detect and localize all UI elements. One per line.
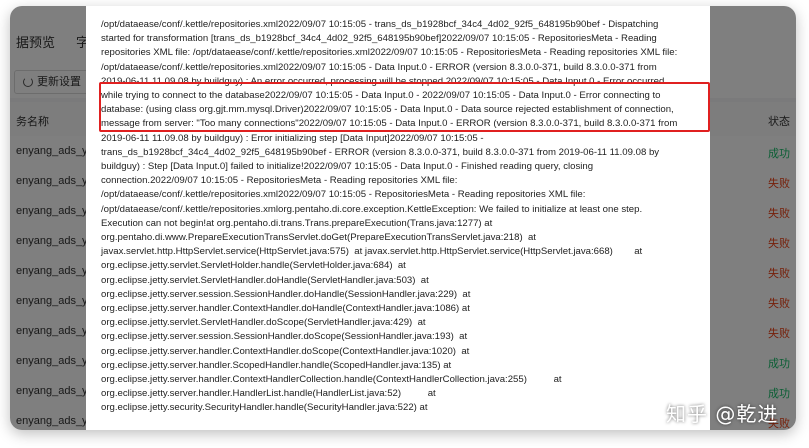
log-line: org.eclipse.jetty.security.SecurityHandl… <box>101 402 428 414</box>
log-line: org.eclipse.jetty.servlet.ServletHolder.… <box>101 260 406 272</box>
log-line: org.eclipse.jetty.server.handler.ScopedH… <box>101 359 452 371</box>
log-line: org.pentaho.di.www.PrepareExecutionTrans… <box>101 232 536 244</box>
log-line: 2019-06-11 11.09.08 by buildguy) : Error… <box>101 132 484 144</box>
log-line: org.eclipse.jetty.server.handler.Context… <box>101 345 470 357</box>
log-line: repositories XML file: /opt/dataease/con… <box>101 47 678 59</box>
log-line: javax.servlet.http.HttpServlet.service(H… <box>101 246 643 258</box>
log-line: org.eclipse.jetty.server.session.Session… <box>101 288 471 300</box>
log-line: /opt/dataease/conf/.kettle/repositories.… <box>101 189 586 201</box>
log-line: org.eclipse.jetty.server.handler.Handler… <box>101 388 436 400</box>
log-line: connection.2022/09/07 10:15:05 - Reposit… <box>101 175 458 187</box>
log-line: org.eclipse.jetty.servlet.ServletHandler… <box>101 317 426 329</box>
log-line: trans_ds_b1928bcf_34c4_4d02_92f5_648195b… <box>101 146 660 158</box>
watermark: 知乎 @乾进 <box>666 402 779 426</box>
screenshot-frame: 据预览 字 更新设置 务名称 状态 enyang_ads_ys成功enyang_… <box>10 6 796 430</box>
log-line: Execution can not begin!at org.pentaho.d… <box>101 217 493 229</box>
log-line: buildguy) : Step [Data Input.0] failed t… <box>101 161 594 173</box>
error-highlight-box <box>99 82 710 132</box>
log-line: org.eclipse.jetty.server.session.Session… <box>101 331 468 343</box>
log-dialog: /opt/dataease/conf/.kettle/repositories.… <box>86 6 710 430</box>
log-line: started for transformation [trans_ds_b19… <box>101 33 657 45</box>
log-line: org.eclipse.jetty.server.handler.Context… <box>101 303 470 315</box>
log-line: /opt/dataease/conf/.kettle/repositories.… <box>101 203 643 215</box>
log-line: /opt/dataease/conf/.kettle/repositories.… <box>101 61 657 73</box>
log-line: /opt/dataease/conf/.kettle/repositories.… <box>101 19 659 30</box>
log-text: /opt/dataease/conf/.kettle/repositories.… <box>101 18 701 416</box>
log-line: org.eclipse.jetty.servlet.ServletHandler… <box>101 274 429 286</box>
log-line: org.eclipse.jetty.server.handler.Context… <box>101 374 562 386</box>
